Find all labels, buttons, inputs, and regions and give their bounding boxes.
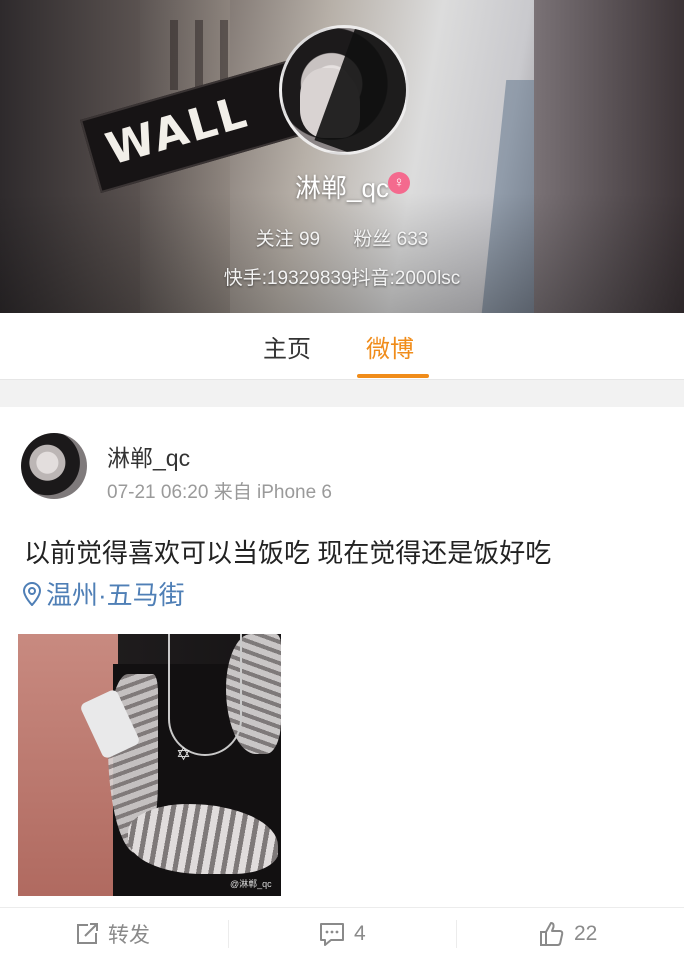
female-icon: ♀ xyxy=(388,172,410,194)
comment-icon xyxy=(320,923,344,946)
post-image[interactable]: ✡ @淋郸_qc xyxy=(18,634,281,896)
fans-count: 633 xyxy=(396,229,429,250)
repost-label: 转发 xyxy=(108,924,150,947)
cover-shade xyxy=(0,193,684,313)
tab-weibo[interactable]: 微博 xyxy=(366,329,414,364)
fans-label: 粉丝 xyxy=(353,229,392,250)
follow-label: 关注 xyxy=(255,229,294,250)
comment-count: 4 xyxy=(354,922,366,945)
repost-button[interactable]: 转发 xyxy=(74,908,150,960)
post-source: 来自 iPhone 6 xyxy=(213,482,332,503)
profile-bio: 快手:19329839抖音:2000lsc xyxy=(223,268,461,289)
follow-stat[interactable]: 关注 99 xyxy=(256,229,320,250)
post-location[interactable]: 温州·五马街 xyxy=(22,575,185,612)
photo-left-figure xyxy=(18,634,118,896)
active-tab-indicator xyxy=(357,374,429,378)
star-pendant-icon: ✡ xyxy=(176,744,192,764)
profile-username: 淋郸_qc xyxy=(295,173,389,203)
post-author-avatar[interactable] xyxy=(21,433,87,499)
photo-watermark: @淋郸_qc xyxy=(230,879,272,889)
profile-tabs: 主页 微博 xyxy=(0,313,684,380)
location-label: 温州·五马街 xyxy=(46,580,185,610)
photo-necklace xyxy=(168,634,242,756)
post-card: 淋郸_qc 07-21 06:20 来自 iPhone 6 以前觉得喜欢可以当饭… xyxy=(0,407,684,959)
repost-icon xyxy=(77,923,98,944)
thumbs-up-icon xyxy=(540,922,564,946)
fans-stat[interactable]: 粉丝 633 xyxy=(353,229,428,250)
like-count: 22 xyxy=(574,922,598,945)
follow-count: 99 xyxy=(298,229,321,250)
profile-avatar[interactable] xyxy=(279,25,409,155)
action-divider xyxy=(228,920,229,948)
post-time: 07-21 06:20 xyxy=(107,482,209,503)
tab-home[interactable]: 主页 xyxy=(263,329,311,364)
action-divider xyxy=(456,920,457,948)
post-author-name[interactable]: 淋郸_qc xyxy=(107,439,190,473)
profile-cover: 22-51 WALL 淋郸_qc ♀ 关注 99 粉丝 633 快手:19329… xyxy=(0,0,684,313)
location-pin-icon xyxy=(22,581,42,606)
profile-stats: 关注 99 粉丝 633 xyxy=(0,224,684,251)
post-meta: 07-21 06:20 来自 iPhone 6 xyxy=(107,477,332,504)
like-button[interactable]: 22 xyxy=(538,908,597,960)
post-action-bar: 转发 4 22 xyxy=(0,907,684,960)
post-text: 以前觉得喜欢可以当饭吃 现在觉得还是饭好吃 xyxy=(24,538,552,568)
cover-window xyxy=(195,20,203,90)
cover-window xyxy=(170,20,178,90)
comment-button[interactable]: 4 xyxy=(318,908,366,960)
